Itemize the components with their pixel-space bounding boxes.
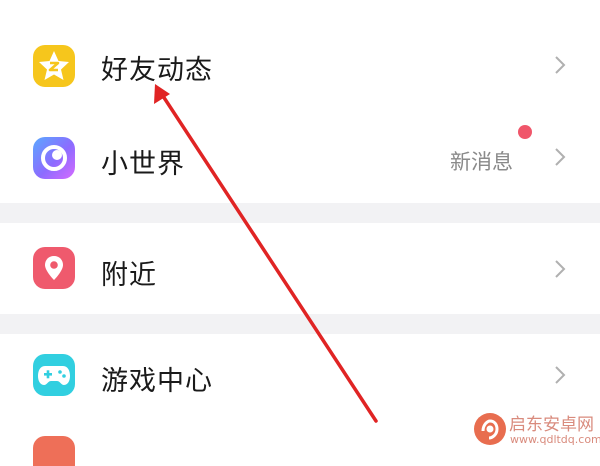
menu-item-friend-feed[interactable]: 好友动态 bbox=[0, 0, 600, 128]
chevron-right-icon bbox=[555, 56, 566, 74]
menu-item-label: 游戏中心 bbox=[101, 366, 213, 397]
watermark-text-en: www.qdltdq.com bbox=[510, 433, 600, 446]
watermark-text-cn: 启东安卓网 bbox=[509, 415, 594, 435]
site-watermark: 启东安卓网 www.qdltdq.com bbox=[470, 406, 600, 450]
small-world-icon bbox=[33, 137, 75, 179]
partial-app-icon bbox=[33, 436, 75, 466]
location-pin-icon bbox=[33, 247, 75, 289]
gamepad-icon bbox=[33, 354, 75, 396]
menu-item-nearby[interactable]: 附近 bbox=[0, 223, 600, 314]
menu-item-label: 好友动态 bbox=[101, 55, 213, 86]
chevron-right-icon bbox=[555, 260, 566, 278]
section-separator bbox=[0, 203, 600, 223]
menu-item-small-world[interactable]: 小世界 新消息 bbox=[0, 125, 600, 203]
watermark-logo-icon bbox=[474, 413, 506, 445]
menu-item-label: 附近 bbox=[101, 260, 157, 291]
notification-dot bbox=[518, 125, 532, 139]
qzone-star-icon bbox=[33, 45, 75, 87]
section-separator bbox=[0, 314, 600, 334]
menu-item-label: 小世界 bbox=[101, 149, 185, 180]
chevron-right-icon bbox=[555, 366, 566, 384]
chevron-right-icon bbox=[555, 148, 566, 166]
new-message-badge-text: 新消息 bbox=[450, 150, 513, 174]
